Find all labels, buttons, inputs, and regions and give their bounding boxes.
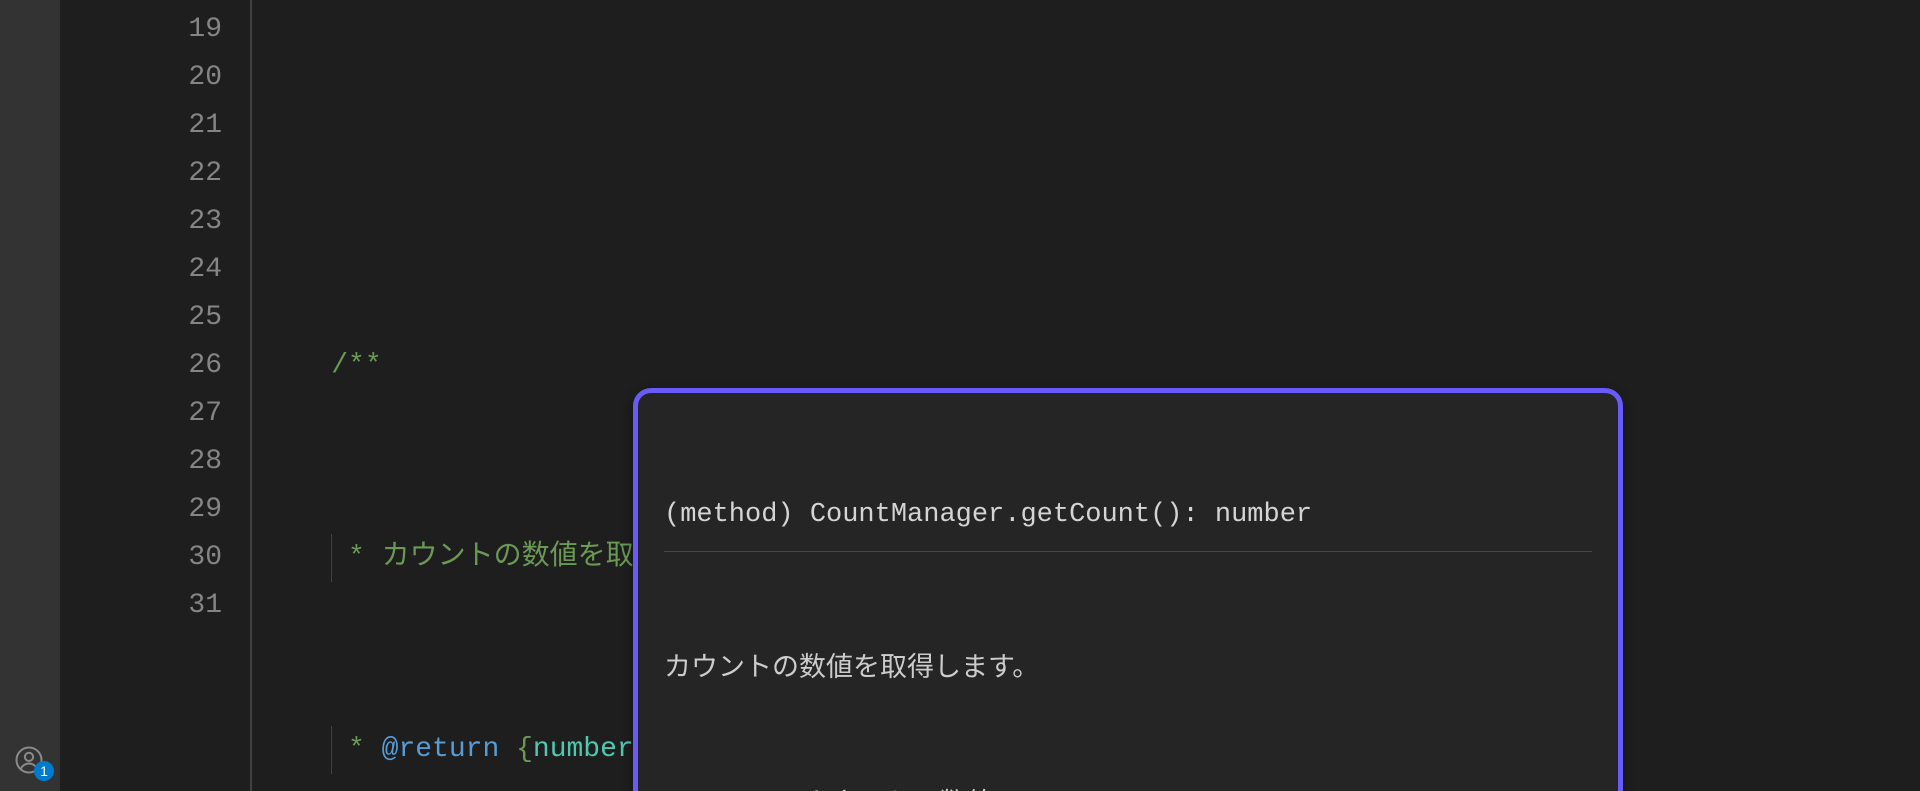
line-number: 22 xyxy=(60,150,222,198)
jsdoc-star: * xyxy=(331,542,381,573)
jsdoc-open: /** xyxy=(331,350,381,381)
code-line[interactable]: /** xyxy=(264,342,1920,390)
line-number: 31 xyxy=(60,582,222,630)
hover-signature: (method) CountManager.getCount(): number xyxy=(664,495,1592,552)
line-number: 21 xyxy=(60,102,222,150)
line-number: 19 xyxy=(60,6,222,54)
jsdoc-tag: @return xyxy=(382,734,500,765)
activity-bar: 1 xyxy=(0,0,60,791)
account-badge[interactable]: 1 xyxy=(34,761,54,781)
code-editor[interactable]: /** * カウントの数値を取得します。 * @return {number} … xyxy=(264,0,1920,791)
editor-root: 1 19202122232425262728293031 /** * カウントの… xyxy=(0,0,1920,791)
line-number: 28 xyxy=(60,438,222,486)
brace: { xyxy=(516,734,533,765)
hover-description: カウントの数値を取得します。 xyxy=(664,647,1592,689)
jsdoc-type: number xyxy=(533,734,634,765)
line-number: 30 xyxy=(60,534,222,582)
line-number: 26 xyxy=(60,342,222,390)
line-number: 23 xyxy=(60,198,222,246)
line-number: 27 xyxy=(60,390,222,438)
line-number: 25 xyxy=(60,294,222,342)
indent-ruler xyxy=(250,0,264,791)
hover-tooltip[interactable]: (method) CountManager.getCount(): number… xyxy=(633,388,1623,791)
code-line[interactable] xyxy=(264,150,1920,198)
line-number: 20 xyxy=(60,54,222,102)
hover-return: @return — カウントの数値 xyxy=(664,783,1592,791)
line-number-gutter: 19202122232425262728293031 xyxy=(60,0,250,791)
line-number: 24 xyxy=(60,246,222,294)
jsdoc-star: * xyxy=(331,734,381,765)
line-number: 29 xyxy=(60,486,222,534)
minimap[interactable] xyxy=(1890,0,1920,791)
